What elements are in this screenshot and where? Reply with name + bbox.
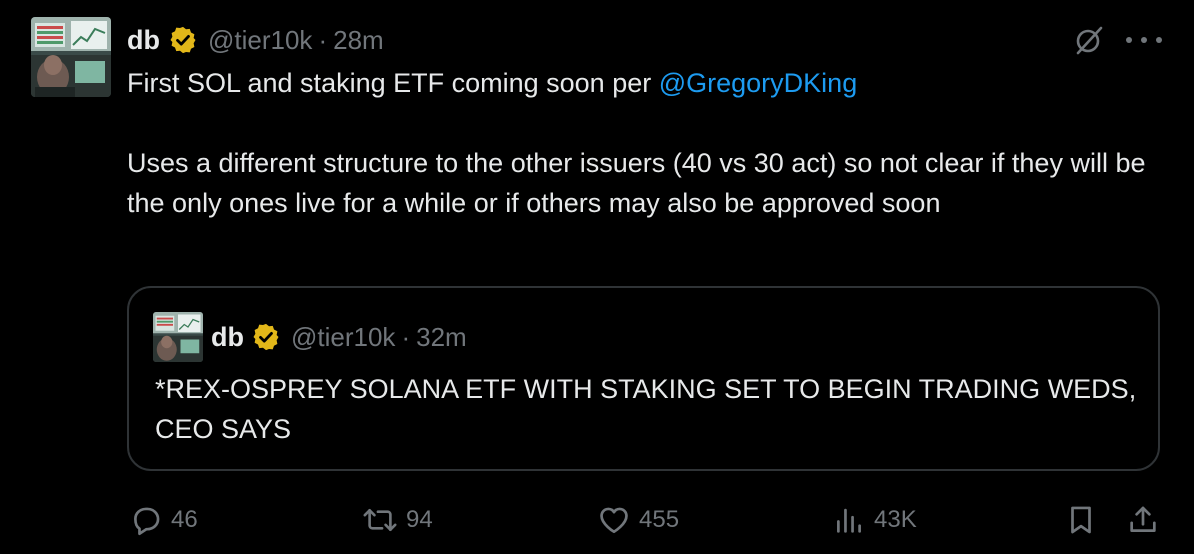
quoted-author-handle: @tier10k [291, 321, 396, 352]
views-icon [832, 503, 866, 537]
tweet-body-prefix: First SOL and staking ETF coming soon pe… [127, 68, 659, 98]
author-avatar[interactable] [31, 17, 111, 97]
share-button[interactable] [1126, 498, 1160, 542]
verified-badge-icon[interactable] [168, 25, 198, 55]
share-icon [1126, 503, 1160, 537]
tweet-body-line: First SOL and staking ETF coming soon pe… [127, 63, 1167, 103]
tweet-body-paragraph: Uses a different structure to the other … [127, 148, 1146, 218]
quoted-tweet-timestamp: 32m [416, 321, 467, 352]
quoted-tweet-text: *REX-OSPREY SOLANA ETF WITH STAKING SET … [155, 374, 1137, 444]
like-button[interactable]: 455 [597, 498, 679, 542]
reply-count: 46 [171, 506, 198, 533]
bookmark-icon [1064, 503, 1098, 537]
bookmark-button[interactable] [1064, 498, 1098, 542]
tweet-body: First SOL and staking ETF coming soon pe… [127, 63, 1167, 223]
quoted-tweet[interactable]: db @tier10k · 32m *REX-OSPREY SOLANA ETF… [127, 286, 1160, 471]
grok-icon[interactable] [1072, 23, 1106, 57]
more-dot [1156, 37, 1162, 43]
reply-icon [129, 503, 163, 537]
quoted-tweet-header: db @tier10k · 32m [211, 319, 467, 355]
author-name[interactable]: db [127, 25, 160, 56]
header-separator: · [318, 24, 328, 55]
like-count: 455 [639, 506, 680, 533]
more-dot [1126, 37, 1132, 43]
action-bar: 46 94 455 43K [0, 498, 1194, 542]
more-dot [1141, 37, 1147, 43]
quoted-author-avatar[interactable] [153, 312, 203, 362]
quoted-author-name: db [211, 321, 244, 352]
repost-icon [362, 503, 398, 537]
tweet-header: db @tier10k · 28m [127, 22, 384, 58]
tweet-timestamp[interactable]: 28m [333, 25, 384, 56]
like-icon [597, 503, 631, 537]
verified-badge-icon [251, 322, 281, 352]
views-count: 43K [874, 506, 917, 533]
quoted-header-separator: · [401, 321, 411, 352]
tweet: db @tier10k · 28m First SOL and staking … [0, 0, 1194, 554]
reply-button[interactable]: 46 [129, 498, 198, 542]
repost-button[interactable]: 94 [362, 498, 433, 542]
more-icon[interactable] [1126, 28, 1162, 52]
repost-count: 94 [406, 506, 433, 533]
author-handle[interactable]: @tier10k [208, 25, 312, 56]
views-button[interactable]: 43K [832, 498, 917, 542]
mention-link[interactable]: @GregoryDKing [659, 68, 857, 98]
